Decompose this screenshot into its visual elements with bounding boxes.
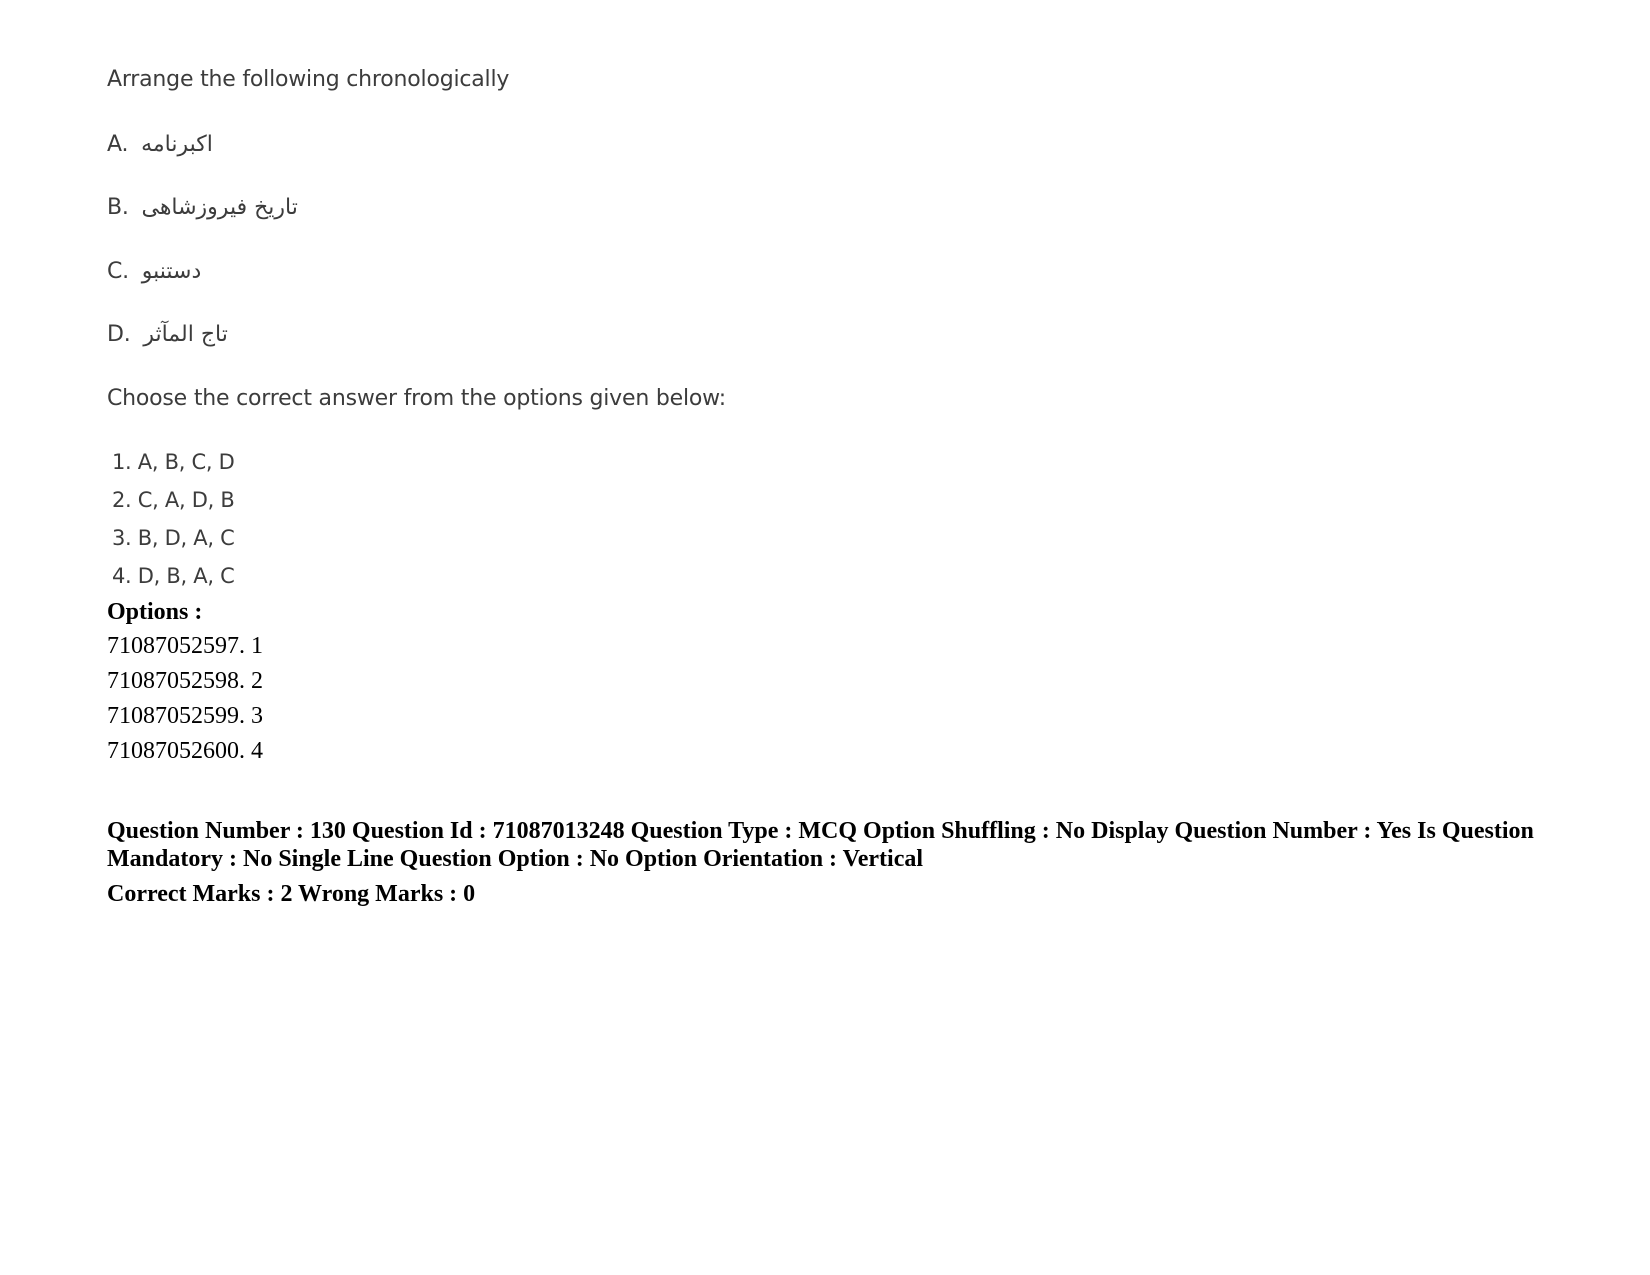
statement-d: D. تاج المآثر — [107, 321, 228, 349]
statement-label: B. — [107, 195, 129, 220]
question-marks: Correct Marks : 2 Wrong Marks : 0 — [107, 881, 476, 907]
statement-text: تاریخ فیروزشاهی — [141, 195, 298, 220]
statement-b: B. تاریخ فیروزشاهی — [107, 194, 298, 222]
answer-choice: 4. D, B, A, C — [112, 564, 235, 588]
options-heading: Options : — [107, 599, 203, 625]
statement-label: A. — [107, 132, 129, 157]
question-instruction: Choose the correct answer from the optio… — [107, 386, 726, 411]
question-prompt: Arrange the following chronologically — [107, 67, 510, 92]
option-item: 71087052598. 2 — [107, 668, 263, 694]
statement-c: C. دستنبو — [107, 258, 201, 286]
option-item: 71087052600. 4 — [107, 738, 263, 764]
statement-text: دستنبو — [141, 259, 202, 284]
statement-label: D. — [107, 322, 131, 347]
answer-choice: 3. B, D, A, C — [112, 526, 235, 550]
question-metadata: Question Number : 130 Question Id : 7108… — [107, 818, 1534, 872]
statement-label: C. — [107, 259, 129, 284]
option-item: 71087052599. 3 — [107, 703, 263, 729]
statement-text: اکبرنامه — [141, 132, 213, 157]
statement-text: تاج المآثر — [143, 322, 228, 347]
statement-a: A. اکبرنامه — [107, 131, 213, 159]
answer-choice: 2. C, A, D, B — [112, 488, 235, 512]
exam-page: Arrange the following chronologically A.… — [0, 0, 1650, 1275]
answer-choice: 1. A, B, C, D — [112, 450, 235, 474]
option-item: 71087052597. 1 — [107, 633, 263, 659]
